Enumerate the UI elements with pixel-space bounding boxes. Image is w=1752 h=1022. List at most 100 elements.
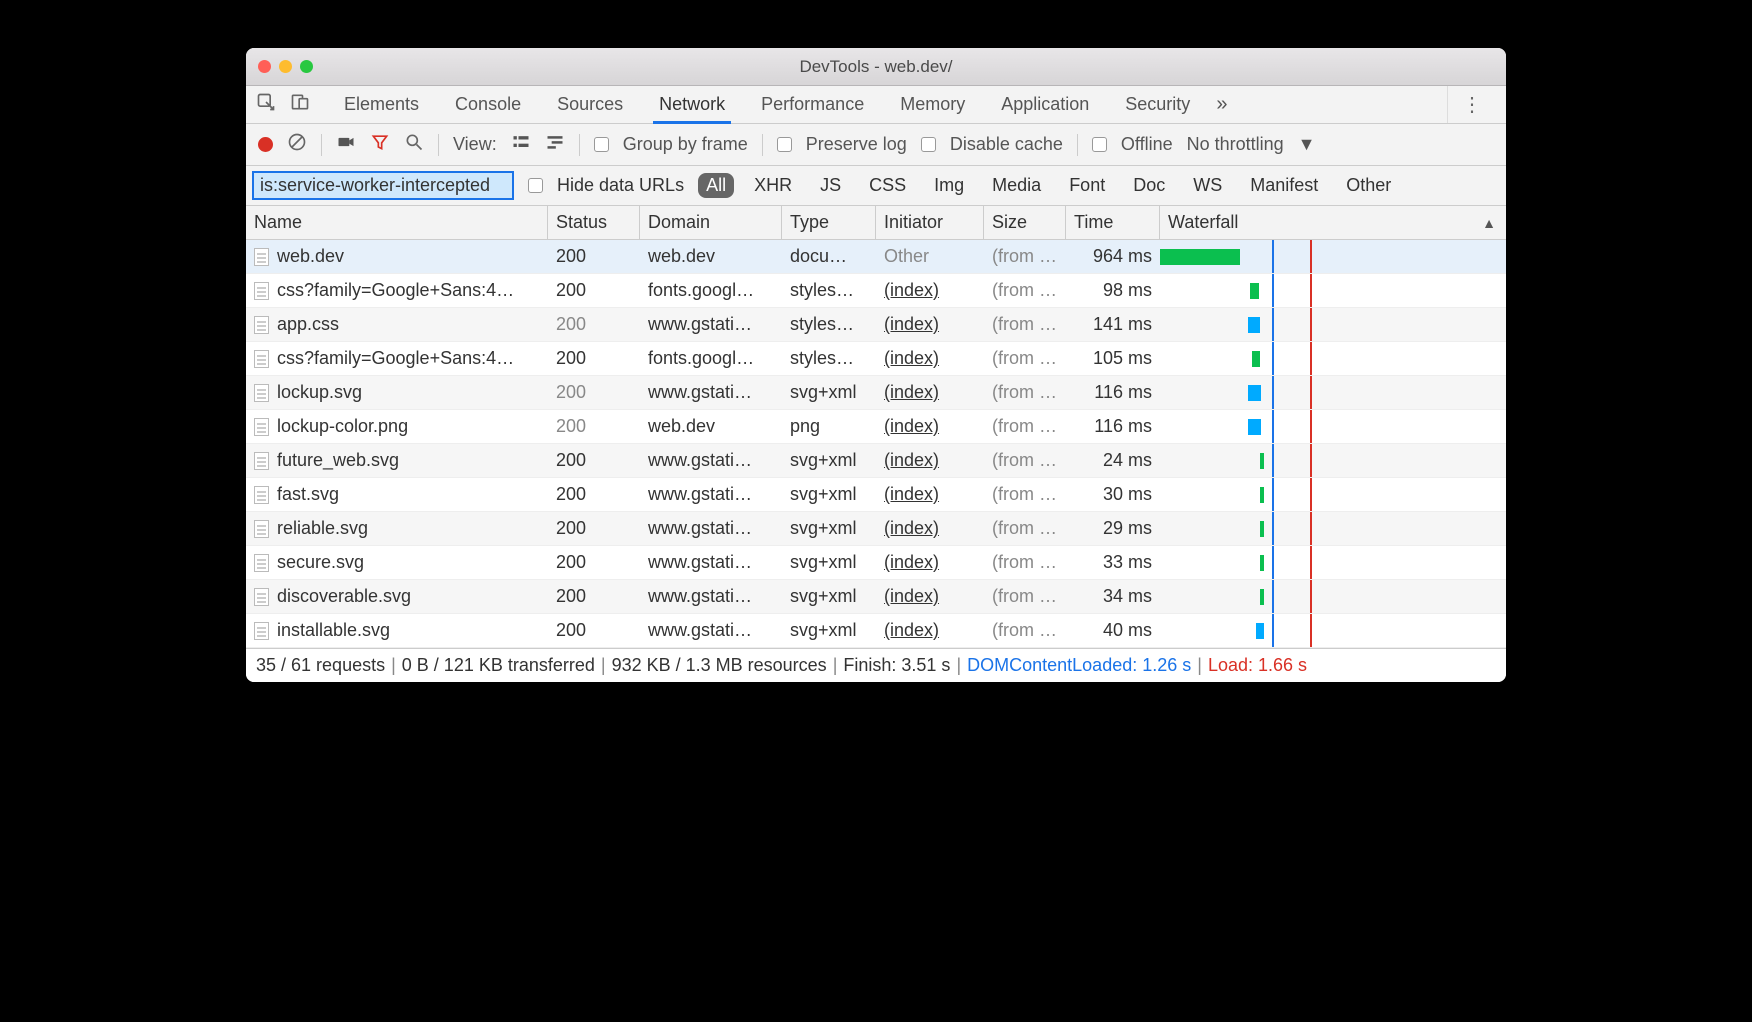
preserve-log-label: Preserve log bbox=[806, 134, 907, 155]
cell-type: svg+xml bbox=[782, 620, 876, 641]
tab-memory[interactable]: Memory bbox=[894, 86, 971, 123]
tab-console[interactable]: Console bbox=[449, 86, 527, 123]
filter-type-manifest[interactable]: Manifest bbox=[1242, 173, 1326, 198]
record-button[interactable] bbox=[258, 137, 273, 152]
table-row[interactable]: css?family=Google+Sans:4…200fonts.googl…… bbox=[246, 274, 1506, 308]
file-icon bbox=[254, 384, 269, 402]
cell-time: 964 ms bbox=[1066, 246, 1160, 267]
col-initiator[interactable]: Initiator bbox=[876, 206, 984, 239]
group-by-frame-label: Group by frame bbox=[623, 134, 748, 155]
col-size[interactable]: Size bbox=[984, 206, 1066, 239]
inspect-icon[interactable] bbox=[256, 92, 276, 117]
col-waterfall[interactable]: Waterfall▲ bbox=[1160, 206, 1506, 239]
cell-initiator[interactable]: (index) bbox=[876, 552, 984, 573]
disable-cache-checkbox[interactable] bbox=[921, 137, 936, 152]
maximize-window-button[interactable] bbox=[300, 60, 313, 73]
file-icon bbox=[254, 520, 269, 538]
cell-initiator[interactable]: (index) bbox=[876, 382, 984, 403]
cell-status: 200 bbox=[548, 382, 640, 403]
cell-initiator[interactable]: (index) bbox=[876, 586, 984, 607]
cell-initiator[interactable]: (index) bbox=[876, 450, 984, 471]
cell-domain: www.gstati… bbox=[640, 518, 782, 539]
group-by-frame-checkbox[interactable] bbox=[594, 137, 609, 152]
hide-data-urls-checkbox[interactable] bbox=[528, 178, 543, 193]
col-time[interactable]: Time bbox=[1066, 206, 1160, 239]
filter-type-doc[interactable]: Doc bbox=[1125, 173, 1173, 198]
table-row[interactable]: future_web.svg200www.gstati…svg+xml(inde… bbox=[246, 444, 1506, 478]
status-load: Load: 1.66 s bbox=[1208, 655, 1307, 676]
cell-initiator[interactable]: (index) bbox=[876, 314, 984, 335]
filter-type-font[interactable]: Font bbox=[1061, 173, 1113, 198]
table-row[interactable]: css?family=Google+Sans:4…200fonts.googl…… bbox=[246, 342, 1506, 376]
offline-checkbox[interactable] bbox=[1092, 137, 1107, 152]
tab-performance[interactable]: Performance bbox=[755, 86, 870, 123]
table-row[interactable]: web.dev200web.devdocu…Other(from …964 ms bbox=[246, 240, 1506, 274]
table-row[interactable]: lockup-color.png200web.devpng(index)(fro… bbox=[246, 410, 1506, 444]
cell-waterfall bbox=[1160, 410, 1506, 443]
throttling-select[interactable]: No throttling bbox=[1187, 134, 1284, 155]
tab-application[interactable]: Application bbox=[995, 86, 1095, 123]
close-window-button[interactable] bbox=[258, 60, 271, 73]
cell-status: 200 bbox=[548, 518, 640, 539]
minimize-window-button[interactable] bbox=[279, 60, 292, 73]
cell-initiator[interactable]: (index) bbox=[876, 280, 984, 301]
tab-network[interactable]: Network bbox=[653, 86, 731, 124]
cell-waterfall bbox=[1160, 580, 1506, 613]
cell-name: lockup-color.png bbox=[277, 416, 408, 437]
cell-initiator[interactable]: (index) bbox=[876, 518, 984, 539]
preserve-log-checkbox[interactable] bbox=[777, 137, 792, 152]
titlebar: DevTools - web.dev/ bbox=[246, 48, 1506, 86]
cell-domain: web.dev bbox=[640, 416, 782, 437]
table-row[interactable]: lockup.svg200www.gstati…svg+xml(index)(f… bbox=[246, 376, 1506, 410]
cell-status: 200 bbox=[548, 348, 640, 369]
table-row[interactable]: app.css200www.gstati…styles…(index)(from… bbox=[246, 308, 1506, 342]
table-row[interactable]: installable.svg200www.gstati…svg+xml(ind… bbox=[246, 614, 1506, 648]
table-row[interactable]: secure.svg200www.gstati…svg+xml(index)(f… bbox=[246, 546, 1506, 580]
filter-icon[interactable] bbox=[370, 132, 390, 157]
filter-input[interactable] bbox=[252, 171, 514, 200]
cell-initiator[interactable]: (index) bbox=[876, 620, 984, 641]
filter-type-all[interactable]: All bbox=[698, 173, 734, 198]
cell-type: svg+xml bbox=[782, 552, 876, 573]
cell-size: (from … bbox=[984, 246, 1066, 267]
view-label: View: bbox=[453, 134, 497, 155]
tab-sources[interactable]: Sources bbox=[551, 86, 629, 123]
cell-time: 98 ms bbox=[1066, 280, 1160, 301]
filter-type-other[interactable]: Other bbox=[1338, 173, 1399, 198]
clear-icon[interactable] bbox=[287, 132, 307, 157]
cell-name: fast.svg bbox=[277, 484, 339, 505]
filter-type-media[interactable]: Media bbox=[984, 173, 1049, 198]
tab-elements[interactable]: Elements bbox=[338, 86, 425, 123]
filter-type-ws[interactable]: WS bbox=[1185, 173, 1230, 198]
table-row[interactable]: fast.svg200www.gstati…svg+xml(index)(fro… bbox=[246, 478, 1506, 512]
col-type[interactable]: Type bbox=[782, 206, 876, 239]
settings-menu-button[interactable]: ⋮ bbox=[1447, 86, 1496, 123]
overview-icon[interactable] bbox=[545, 132, 565, 157]
device-toggle-icon[interactable] bbox=[290, 92, 310, 117]
panel-tabs: Elements Console Sources Network Performance… bbox=[246, 86, 1506, 124]
filter-type-js[interactable]: JS bbox=[812, 173, 849, 198]
more-tabs-button[interactable]: » bbox=[1216, 93, 1227, 116]
col-name[interactable]: Name bbox=[246, 206, 548, 239]
table-row[interactable]: reliable.svg200www.gstati…svg+xml(index)… bbox=[246, 512, 1506, 546]
cell-initiator[interactable]: Other bbox=[876, 246, 984, 267]
filter-type-css[interactable]: CSS bbox=[861, 173, 914, 198]
tab-security[interactable]: Security bbox=[1119, 86, 1196, 123]
cell-initiator[interactable]: (index) bbox=[876, 416, 984, 437]
camera-icon[interactable] bbox=[336, 132, 356, 157]
cell-initiator[interactable]: (index) bbox=[876, 348, 984, 369]
large-rows-icon[interactable] bbox=[511, 132, 531, 157]
cell-initiator[interactable]: (index) bbox=[876, 484, 984, 505]
col-status[interactable]: Status bbox=[548, 206, 640, 239]
col-domain[interactable]: Domain bbox=[640, 206, 782, 239]
cell-waterfall bbox=[1160, 274, 1506, 307]
search-icon[interactable] bbox=[404, 132, 424, 157]
cell-size: (from … bbox=[984, 348, 1066, 369]
throttling-dropdown-icon[interactable]: ▼ bbox=[1298, 134, 1316, 155]
table-row[interactable]: discoverable.svg200www.gstati…svg+xml(in… bbox=[246, 580, 1506, 614]
cell-waterfall bbox=[1160, 444, 1506, 477]
filter-type-xhr[interactable]: XHR bbox=[746, 173, 800, 198]
cell-name: discoverable.svg bbox=[277, 586, 411, 607]
filter-type-img[interactable]: Img bbox=[926, 173, 972, 198]
cell-time: 116 ms bbox=[1066, 382, 1160, 403]
